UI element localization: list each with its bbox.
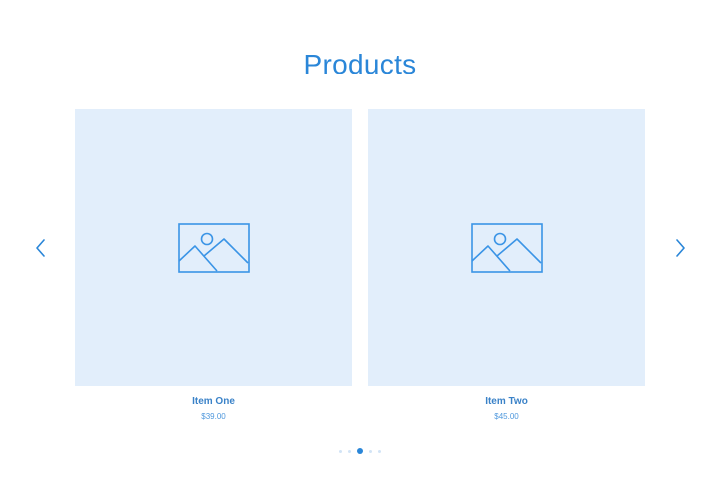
- product-carousel-page: Products Item One $39.00 Item Two $45.00: [0, 0, 720, 480]
- section-title-wrap: Products: [0, 48, 720, 74]
- section-title: Products: [303, 49, 417, 74]
- product-card[interactable]: Item Two $45.00: [368, 109, 645, 422]
- pagination-dot[interactable]: [348, 449, 351, 453]
- pagination-dot[interactable]: [378, 449, 381, 453]
- chevron-left-icon: [36, 239, 45, 257]
- carousel-next-button[interactable]: [672, 238, 688, 258]
- carousel-prev-button[interactable]: [33, 238, 49, 258]
- product-name[interactable]: Item Two: [368, 396, 645, 408]
- image-placeholder-icon: [178, 223, 250, 273]
- pagination-dot[interactable]: [339, 449, 342, 453]
- product-price: $45.00: [494, 412, 519, 421]
- carousel-pagination: [0, 446, 720, 456]
- chevron-right-icon: [676, 239, 685, 257]
- product-price: $39.00: [201, 412, 226, 421]
- image-placeholder-icon: [471, 223, 543, 273]
- product-image[interactable]: [368, 109, 645, 386]
- product-card[interactable]: Item One $39.00: [75, 109, 352, 422]
- pagination-dot-active[interactable]: [357, 448, 363, 454]
- product-image[interactable]: [75, 109, 352, 386]
- pagination-dot[interactable]: [369, 449, 372, 453]
- product-name[interactable]: Item One: [75, 396, 352, 408]
